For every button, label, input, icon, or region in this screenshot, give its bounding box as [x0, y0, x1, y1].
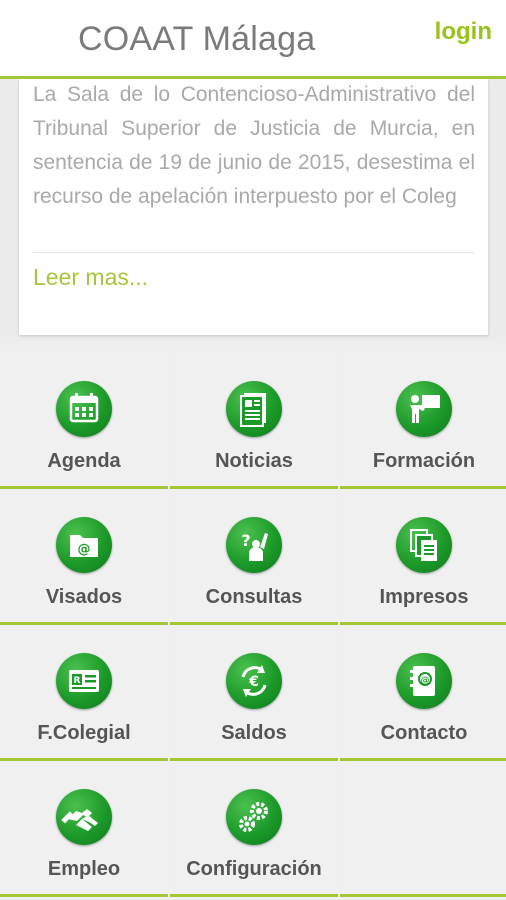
- envelope-at-icon: @: [56, 517, 112, 573]
- menu-item-consultas[interactable]: ? Consultas: [170, 489, 338, 625]
- menu-item-agenda[interactable]: Agenda: [0, 353, 168, 489]
- menu-item-fcolegial[interactable]: R F.Colegial: [0, 625, 168, 761]
- news-excerpt: La Sala de lo Contencioso-Administrativo…: [33, 83, 475, 208]
- documents-icon: [396, 517, 452, 573]
- svg-text:@: @: [421, 676, 430, 686]
- menu-item-impresos[interactable]: Impresos: [340, 489, 506, 625]
- menu-label-visados: Visados: [45, 586, 123, 608]
- handshake-icon: [56, 789, 112, 845]
- app-title: COAAT Málaga: [78, 20, 316, 58]
- menu-item-empleo[interactable]: Empleo: [0, 761, 168, 897]
- menu-item-noticias[interactable]: Noticias: [170, 353, 338, 489]
- euro-cycle-icon: €: [226, 653, 282, 709]
- menu-item-formacion[interactable]: Formación: [340, 353, 506, 489]
- menu-item-visados[interactable]: @ Visados: [0, 489, 168, 625]
- menu-item-configuracion[interactable]: Configuración: [170, 761, 338, 897]
- menu-label-saldos: Saldos: [221, 722, 287, 744]
- id-card-icon: R: [56, 653, 112, 709]
- menu-label-consultas: Consultas: [205, 586, 303, 608]
- menu-label-empleo: Empleo: [47, 858, 121, 880]
- menu-label-contacto: Contacto: [380, 722, 468, 744]
- menu-label-noticias: Noticias: [215, 450, 293, 472]
- svg-text:?: ?: [241, 531, 250, 550]
- newspaper-icon: [226, 381, 282, 437]
- app-header: COAAT Málaga login: [0, 0, 506, 79]
- teacher-icon: [396, 381, 452, 437]
- address-book-icon: @: [396, 653, 452, 709]
- menu-label-fcolegial: F.Colegial: [37, 722, 131, 744]
- menu-label-impresos: Impresos: [379, 586, 469, 608]
- card-divider: [33, 252, 475, 253]
- menu-label-configuracion: Configuración: [186, 858, 322, 880]
- menu-item-empty: [340, 761, 506, 897]
- read-more-link[interactable]: Leer mas...: [33, 264, 148, 291]
- question-hand-icon: ?: [226, 517, 282, 573]
- login-link[interactable]: login: [435, 18, 492, 46]
- menu-item-contacto[interactable]: @ Contacto: [340, 625, 506, 761]
- menu-item-saldos[interactable]: € Saldos: [170, 625, 338, 761]
- menu-grid: Agenda Noticias Formación @ Visados ? Co…: [0, 341, 506, 900]
- menu-label-agenda: Agenda: [47, 450, 121, 472]
- gears-icon: [226, 789, 282, 845]
- news-card[interactable]: La Sala de lo Contencioso-Administrativo…: [19, 79, 488, 335]
- calendar-icon: [56, 381, 112, 437]
- svg-text:R: R: [74, 676, 81, 686]
- svg-text:€: €: [248, 674, 259, 690]
- menu-label-formacion: Formación: [372, 450, 476, 472]
- svg-text:@: @: [78, 542, 91, 557]
